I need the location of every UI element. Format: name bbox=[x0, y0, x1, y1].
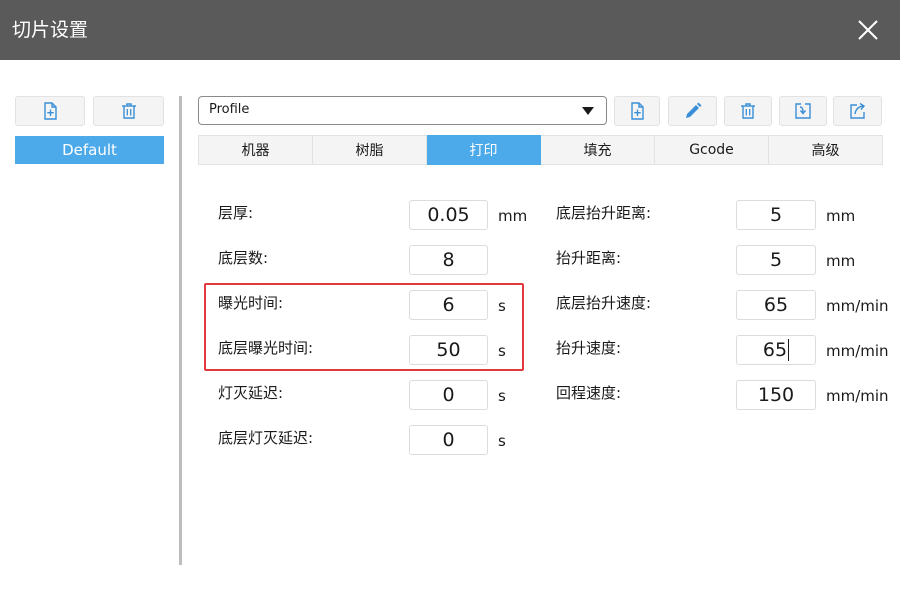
tab-fill[interactable]: 填充 bbox=[541, 135, 655, 165]
tab-print[interactable]: 打印 bbox=[427, 135, 541, 165]
window-title: 切片设置 bbox=[12, 19, 89, 41]
new-profile-button[interactable] bbox=[15, 96, 85, 126]
lift-speed-value: 65 bbox=[762, 339, 788, 361]
bottom-exposure-time-label: 底层曝光时间: bbox=[218, 339, 314, 357]
export-button[interactable] bbox=[833, 96, 882, 126]
trash-icon bbox=[741, 103, 755, 119]
bottom-lift-speed-label: 底层抬升速度: bbox=[556, 294, 652, 312]
settings-tabs: 机器 树脂 打印 填充 Gcode 高级 bbox=[198, 135, 883, 165]
bottom-layers-label: 底层数: bbox=[218, 249, 269, 267]
import-button[interactable] bbox=[779, 96, 827, 126]
exposure-time-label: 曝光时间: bbox=[218, 294, 284, 312]
profile-list-item-default[interactable]: Default bbox=[15, 136, 164, 164]
exposure-time-input[interactable]: 6 bbox=[409, 290, 488, 320]
bottom-lift-distance-label: 底层抬升距离: bbox=[556, 204, 652, 222]
export-icon bbox=[849, 102, 865, 119]
retract-speed-label: 回程速度: bbox=[556, 384, 622, 402]
lift-speed-label: 抬升速度: bbox=[556, 339, 622, 357]
lift-speed-unit: mm/min bbox=[826, 342, 889, 360]
new-file-icon bbox=[44, 102, 57, 120]
layer-thickness-unit: mm bbox=[498, 207, 528, 225]
edit-button[interactable] bbox=[668, 96, 717, 126]
delete-button[interactable] bbox=[724, 96, 772, 126]
bottom-lift-speed-input[interactable]: 65 bbox=[736, 290, 816, 320]
tab-resin[interactable]: 树脂 bbox=[313, 135, 427, 165]
retract-speed-unit: mm/min bbox=[826, 387, 889, 405]
bottom-layers-input[interactable]: 8 bbox=[409, 245, 488, 275]
delete-profile-button[interactable] bbox=[93, 96, 164, 126]
bottom-exposure-time-input[interactable]: 50 bbox=[409, 335, 488, 365]
profile-select-value: Profile bbox=[209, 102, 250, 117]
pencil-icon bbox=[685, 102, 701, 118]
light-off-delay-label: 灯灭延迟: bbox=[218, 384, 284, 402]
bottom-light-off-delay-label: 底层灯灭延迟: bbox=[218, 429, 314, 447]
new-button[interactable] bbox=[614, 96, 660, 126]
lift-distance-unit: mm bbox=[826, 252, 856, 270]
profile-select[interactable]: Profile bbox=[198, 96, 607, 125]
text-cursor bbox=[788, 339, 790, 361]
tab-gcode[interactable]: Gcode bbox=[655, 135, 769, 165]
new-file-icon bbox=[631, 102, 644, 120]
layer-thickness-label: 层厚: bbox=[218, 204, 254, 222]
retract-speed-input[interactable]: 150 bbox=[736, 380, 816, 410]
layer-thickness-input[interactable]: 0.05 bbox=[409, 200, 488, 230]
bottom-lift-distance-input[interactable]: 5 bbox=[736, 200, 816, 230]
dropdown-arrow-icon bbox=[582, 107, 594, 115]
light-off-delay-unit: s bbox=[498, 387, 506, 405]
light-off-delay-input[interactable]: 0 bbox=[409, 380, 488, 410]
title-bar: 切片设置 bbox=[0, 0, 900, 60]
lift-speed-input[interactable]: 65 bbox=[736, 335, 816, 365]
trash-icon bbox=[121, 103, 136, 119]
panel-divider bbox=[179, 96, 182, 565]
bottom-light-off-delay-unit: s bbox=[498, 432, 506, 450]
close-button[interactable] bbox=[852, 14, 884, 46]
bottom-lift-speed-unit: mm/min bbox=[826, 297, 889, 315]
lift-distance-label: 抬升距离: bbox=[556, 249, 622, 267]
lift-distance-input[interactable]: 5 bbox=[736, 245, 816, 275]
close-icon bbox=[858, 20, 878, 40]
bottom-lift-distance-unit: mm bbox=[826, 207, 856, 225]
tab-advanced[interactable]: 高级 bbox=[769, 135, 883, 165]
import-icon bbox=[795, 103, 811, 119]
bottom-light-off-delay-input[interactable]: 0 bbox=[409, 425, 488, 455]
tab-machine[interactable]: 机器 bbox=[198, 135, 313, 165]
exposure-time-unit: s bbox=[498, 297, 506, 315]
bottom-exposure-time-unit: s bbox=[498, 342, 506, 360]
